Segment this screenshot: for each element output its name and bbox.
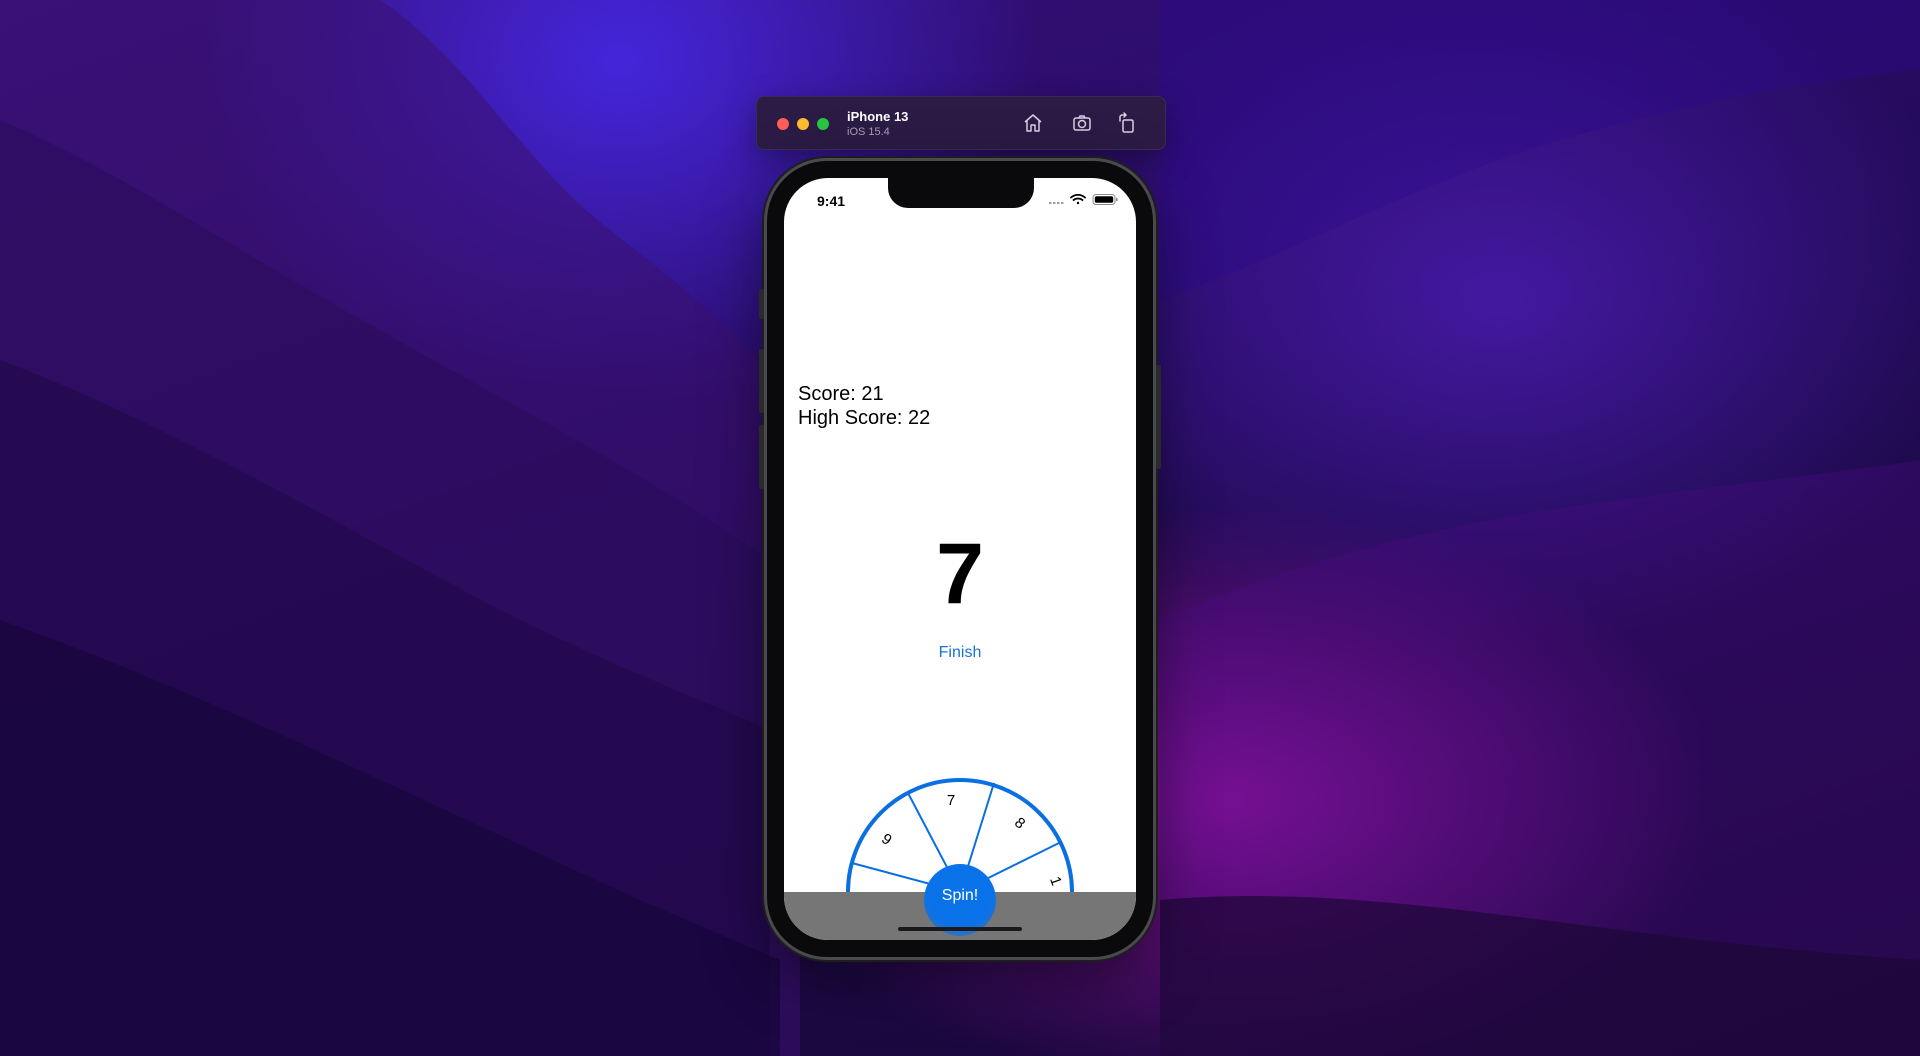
spin-button[interactable]: Spin! <box>924 864 996 936</box>
wheel-segment-label: 7 <box>947 792 955 809</box>
phone-screen: 9:41 Score: 21 High Score: 22 7 Finish 6… <box>784 178 1136 940</box>
home-button[interactable] <box>1021 111 1045 135</box>
iphone-device-frame: 9:41 Score: 21 High Score: 22 7 Finish 6… <box>759 161 1161 957</box>
notch <box>888 178 1034 208</box>
zoom-window-button[interactable] <box>817 118 829 130</box>
home-indicator <box>898 927 1022 931</box>
screenshot-button[interactable] <box>1070 111 1094 135</box>
finish-button[interactable]: Finish <box>784 644 1136 662</box>
close-window-button[interactable] <box>777 118 789 130</box>
status-icons <box>1049 193 1118 205</box>
wheel-segment-label: 1 <box>1046 874 1065 888</box>
rotate-button[interactable] <box>1115 111 1139 135</box>
device-name: iPhone 13 <box>847 109 909 124</box>
cellular-icon <box>1049 202 1064 204</box>
wifi-icon <box>1070 193 1086 205</box>
wheel-segment-label: 6 <box>879 829 896 848</box>
device-os-version: iOS 15.4 <box>847 126 890 138</box>
mute-switch <box>759 289 764 319</box>
home-icon <box>1024 114 1042 132</box>
simulator-toolbar: iPhone 13 iOS 15.4 <box>756 96 1166 150</box>
volume-up-button <box>759 349 764 413</box>
volume-down-button <box>759 425 764 489</box>
battery-icon <box>1092 194 1118 205</box>
minimize-window-button[interactable] <box>797 118 809 130</box>
wheel-segment-label: 8 <box>1011 814 1028 832</box>
current-number-display: 7 <box>936 526 984 622</box>
rotate-icon <box>1119 112 1134 133</box>
power-button <box>1156 365 1161 469</box>
high-score-label: High Score: 22 <box>798 407 931 429</box>
score-label: Score: 21 <box>798 383 884 405</box>
screenshot-icon <box>1073 115 1091 131</box>
status-time: 9:41 <box>817 193 846 209</box>
